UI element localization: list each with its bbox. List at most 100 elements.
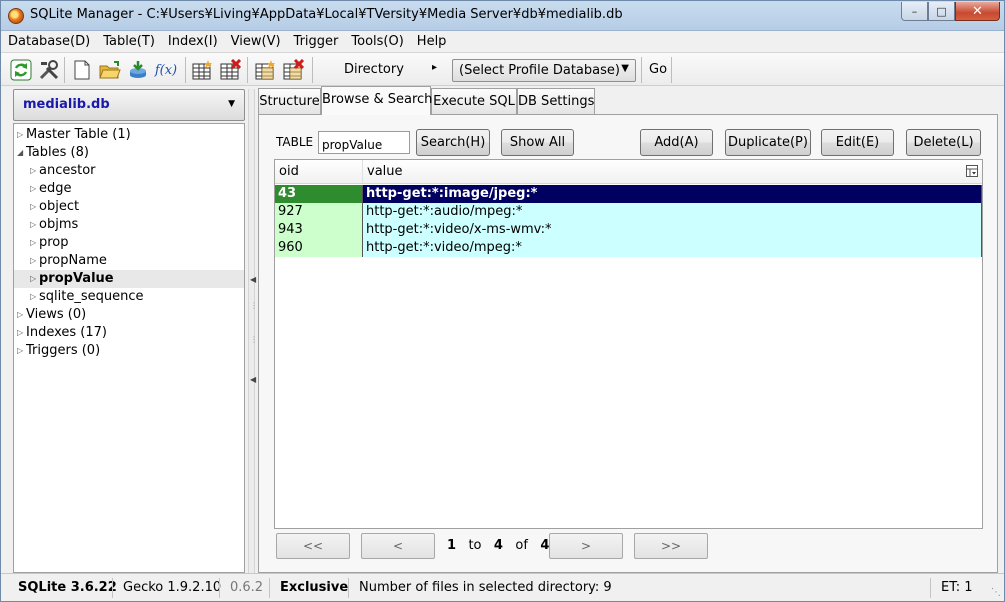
menu-database[interactable]: Database(D) [8,34,90,49]
lock-mode: Exclusive [280,580,349,595]
collapse-arrow-icon[interactable]: ◀ [250,275,256,284]
tab-structure[interactable]: Structure [258,88,321,114]
range-to-word: to [468,538,482,553]
tree-item-table[interactable]: ▷ object [14,198,244,216]
fx-label: f(x) [154,62,178,78]
chevron-down-icon: ▼ [228,99,235,109]
tree-item-label: edge [39,181,72,196]
cell-oid: 943 [275,221,362,239]
create-index-icon[interactable] [253,58,277,82]
menu-help[interactable]: Help [417,34,447,49]
first-page-button[interactable]: << [276,533,350,559]
chevron-down-icon: ▼ [621,63,629,74]
expanded-triangle-icon[interactable]: ◢ [17,148,23,157]
drop-index-icon[interactable] [281,58,305,82]
go-button[interactable]: Go [649,62,667,77]
tree-item-table[interactable]: ▷ objms [14,216,244,234]
minimize-button[interactable]: – [901,2,928,21]
column-header-value[interactable]: value [367,164,403,179]
range-from: 1 [447,538,457,553]
reconnect-icon[interactable] [9,58,33,82]
collapsed-triangle-icon[interactable]: ▷ [30,220,36,229]
drop-table-icon[interactable] [218,58,242,82]
tree-item-table[interactable]: ▷ prop [14,234,244,252]
panel-splitter[interactable]: ◀ ⋮ ⋮ ◀ [248,89,258,573]
table-row-selected[interactable]: 43 http-get:*:image/jpeg:* [275,185,982,203]
tree-item-table-selected[interactable]: ▷ propValue [14,270,244,288]
menu-tools[interactable]: Tools(O) [351,34,403,49]
tree-item-label: sqlite_sequence [39,289,144,304]
close-button[interactable]: ✕ [955,2,1000,21]
collapsed-triangle-icon[interactable]: ▷ [17,130,23,139]
tree-item-table[interactable]: ▷ ancestor [14,162,244,180]
cell-oid: 43 [275,185,362,203]
collapsed-triangle-icon[interactable]: ▷ [30,274,36,283]
tree-item-table[interactable]: ▷ sqlite_sequence [14,288,244,306]
delete-button[interactable]: Delete(L) [906,129,981,156]
profile-select-value: (Select Profile Database) [459,63,620,78]
duplicate-button[interactable]: Duplicate(P) [725,129,811,156]
column-header-oid[interactable]: oid [279,164,299,179]
profile-database-select[interactable]: (Select Profile Database) ▼ [452,59,636,82]
previous-page-button[interactable]: < [361,533,435,559]
functions-icon[interactable]: f(x) [153,58,179,82]
collapsed-triangle-icon[interactable]: ▷ [30,256,36,265]
status-message: Number of files in selected directory: 9 [359,580,612,595]
grip-dots-icon: ⋮ [250,335,258,344]
directory-arrow-icon[interactable]: ▸ [432,62,437,73]
database-select[interactable]: medialib.db ▼ [13,89,245,121]
collapsed-triangle-icon[interactable]: ▷ [17,328,23,337]
collapsed-triangle-icon[interactable]: ▷ [17,310,23,319]
search-button[interactable]: Search(H) [416,129,490,156]
next-page-button[interactable]: > [549,533,623,559]
collapsed-triangle-icon[interactable]: ▷ [30,202,36,211]
tab-execute-sql[interactable]: Execute SQL [431,88,517,114]
collapsed-triangle-icon[interactable]: ▷ [30,184,36,193]
tree-item-triggers[interactable]: ▷ Triggers (0) [14,342,244,360]
records-grid: oid value 43 http-get:*:image/jpeg:* 927… [274,159,983,529]
table-row[interactable]: 927 http-get:*:audio/mpeg:* [275,203,982,221]
last-page-button[interactable]: >> [634,533,708,559]
directory-label: Directory [344,62,404,77]
show-all-button[interactable]: Show All [501,129,574,156]
open-database-icon[interactable] [98,58,122,82]
collapsed-triangle-icon[interactable]: ▷ [30,292,36,301]
tree-item-table[interactable]: ▷ propName [14,252,244,270]
column-picker-icon[interactable] [966,165,978,177]
collapsed-triangle-icon[interactable]: ▷ [30,166,36,175]
tab-db-settings[interactable]: DB Settings [517,88,595,114]
page-range: 1 to 4 of 4 [447,538,549,553]
new-database-icon[interactable] [70,58,94,82]
tree-item-label: ancestor [39,163,96,178]
sqlite-version: SQLite 3.6.22 [18,580,117,595]
maximize-button[interactable]: □ [928,2,955,21]
tree-item-label: Indexes (17) [26,325,107,340]
tree-item-tables[interactable]: ◢ Tables (8) [14,144,244,162]
table-name-input[interactable] [318,131,410,154]
menu-trigger[interactable]: Trigger [294,34,339,49]
tree-item-indexes[interactable]: ▷ Indexes (17) [14,324,244,342]
tab-browse-search[interactable]: Browse & Search [321,86,432,115]
menu-table[interactable]: Table(T) [103,34,155,49]
edit-button[interactable]: Edit(E) [821,129,894,156]
collapsed-triangle-icon[interactable]: ▷ [17,346,23,355]
add-button[interactable]: Add(A) [640,129,713,156]
collapse-arrow-icon[interactable]: ◀ [250,375,256,384]
menu-bar: Database(D) Table(T) Index(I) View(V) Tr… [1,31,1004,51]
tree-item-label: Triggers (0) [26,343,101,358]
title-bar: SQLite Manager - C:¥Users¥Living¥AppData… [1,1,1004,31]
menu-view[interactable]: View(V) [231,34,281,49]
create-table-icon[interactable] [190,58,214,82]
collapsed-triangle-icon[interactable]: ▷ [30,238,36,247]
table-row[interactable]: 960 http-get:*:video/mpeg:* [275,239,982,257]
tools-icon[interactable] [37,58,61,82]
column-divider[interactable] [362,160,363,183]
table-row[interactable]: 943 http-get:*:video/x-ms-wmv:* [275,221,982,239]
menu-index[interactable]: Index(I) [168,34,218,49]
attach-database-icon[interactable] [126,58,150,82]
tree-item-master-table[interactable]: ▷ Master Table (1) [14,126,244,144]
resize-grip-icon[interactable]: ⋱ [991,587,1001,598]
tree-item-table[interactable]: ▷ edge [14,180,244,198]
tree-item-views[interactable]: ▷ Views (0) [14,306,244,324]
window-title: SQLite Manager - C:¥Users¥Living¥AppData… [30,7,623,22]
